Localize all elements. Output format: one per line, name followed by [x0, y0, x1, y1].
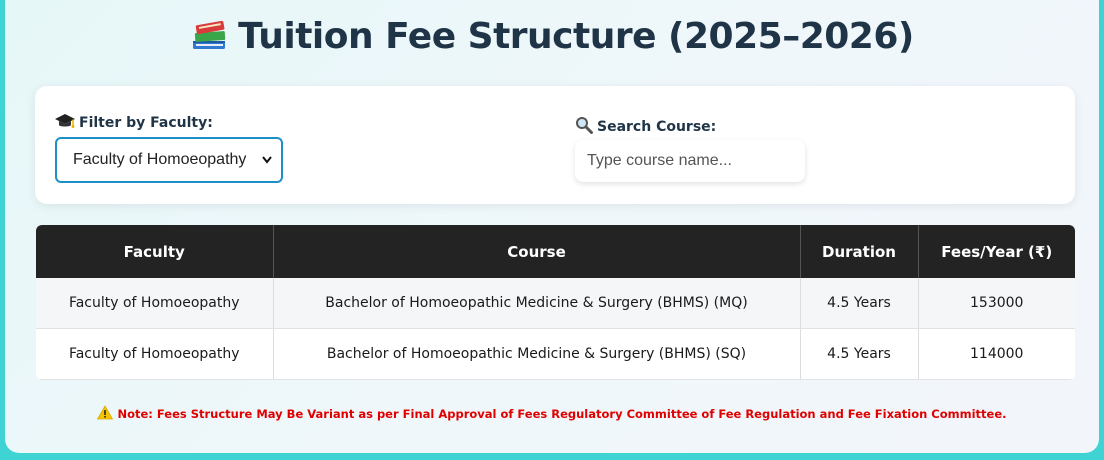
chevron-down-icon [262, 156, 272, 164]
magnifier-icon [576, 117, 593, 134]
search-course-label: Search Course: [575, 116, 716, 135]
table-header-row: Faculty Course Duration Fees/Year (₹) [36, 225, 1075, 278]
cell-fees: 114000 [918, 328, 1075, 380]
books-icon [193, 20, 226, 49]
graduation-cap-icon [55, 114, 75, 128]
fee-note-text: Note: Fees Structure May Be Variant as p… [117, 407, 1007, 421]
faculty-filter-label-text: Filter by Faculty: [79, 115, 213, 131]
search-course-input[interactable] [575, 140, 805, 182]
page-title-row: Tuition Fee Structure (2025–2026) [5, 16, 1099, 57]
cell-course: Bachelor of Homoeopathic Medicine & Surg… [273, 278, 801, 329]
warning-icon [97, 405, 114, 420]
faculty-select-value: Faculty of Homoeopathy [73, 151, 247, 168]
fee-table-container: Faculty Course Duration Fees/Year (₹) Fa… [36, 225, 1075, 380]
faculty-select[interactable]: Faculty of Homoeopathy [55, 137, 283, 183]
table-row: Faculty of Homoeopathy Bachelor of Homoe… [36, 278, 1075, 329]
cell-fees: 153000 [918, 278, 1075, 329]
fee-table: Faculty Course Duration Fees/Year (₹) Fa… [36, 225, 1075, 380]
cell-faculty: Faculty of Homoeopathy [36, 328, 274, 380]
filter-panel: Filter by Faculty: Faculty of Homoeopath… [35, 86, 1075, 204]
column-header-faculty: Faculty [36, 225, 274, 278]
column-header-duration: Duration [800, 225, 919, 278]
table-row: Faculty of Homoeopathy Bachelor of Homoe… [36, 328, 1075, 380]
page-title: Tuition Fee Structure (2025–2026) [238, 16, 914, 57]
search-course-label-text: Search Course: [597, 119, 717, 135]
cell-duration: 4.5 Years [800, 328, 919, 380]
column-header-fees: Fees/Year (₹) [918, 225, 1075, 278]
faculty-filter-label: Filter by Faculty: [55, 112, 213, 131]
cell-faculty: Faculty of Homoeopathy [36, 278, 274, 329]
cell-duration: 4.5 Years [800, 278, 919, 329]
page-container: Tuition Fee Structure (2025–2026) Filter… [5, 0, 1099, 453]
fee-note: Note: Fees Structure May Be Variant as p… [5, 405, 1099, 421]
cell-course: Bachelor of Homoeopathic Medicine & Surg… [273, 328, 801, 380]
column-header-course: Course [273, 225, 801, 278]
